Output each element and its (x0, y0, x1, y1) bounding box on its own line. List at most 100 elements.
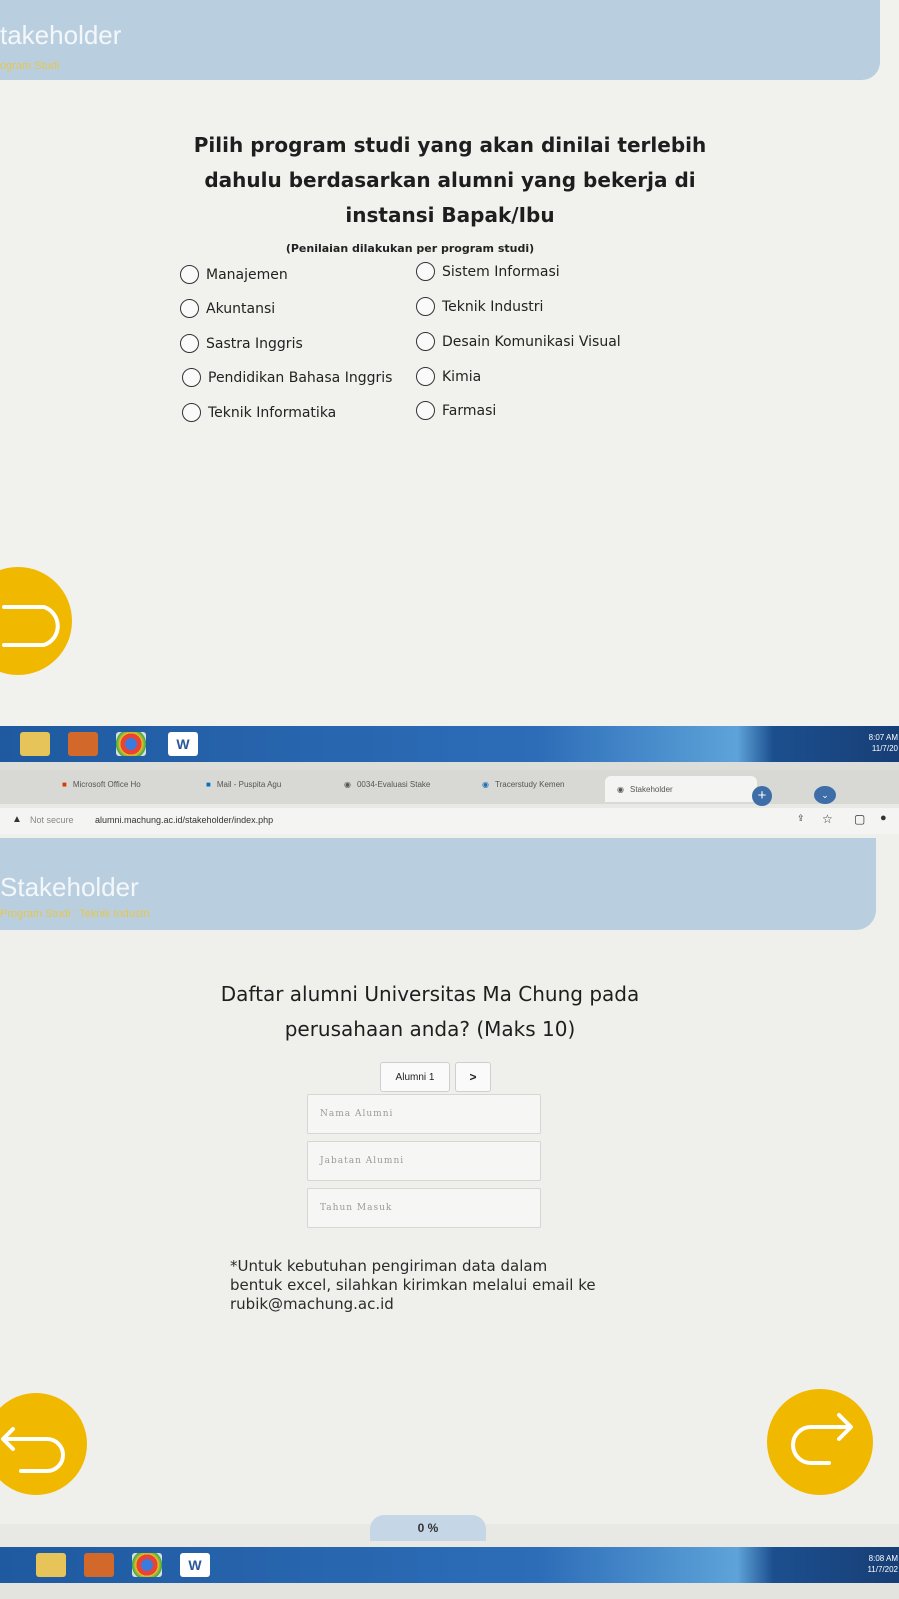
file-explorer-icon[interactable] (20, 732, 50, 756)
desktop-gap (0, 762, 899, 770)
file-explorer-icon[interactable] (36, 1553, 66, 1577)
tab-mail[interactable]: ■ Mail - Puspita Agu (206, 780, 341, 789)
radio-icon[interactable] (182, 403, 201, 422)
chrome-icon[interactable] (132, 1553, 162, 1577)
radio-icon[interactable] (180, 265, 199, 284)
next-alumni-button[interactable]: > (455, 1062, 491, 1092)
top-page (0, 0, 899, 730)
option-label: Teknik Industri (442, 298, 544, 315)
option-sastra-inggris[interactable]: Sastra Inggris (180, 334, 303, 353)
option-sistem-informasi[interactable]: Sistem Informasi (416, 262, 560, 281)
option-label: Desain Komunikasi Visual (442, 333, 621, 350)
option-label: Manajemen (206, 266, 288, 283)
desktop-bottom (0, 1583, 899, 1599)
radio-icon[interactable] (416, 332, 435, 351)
security-label: Not secure (30, 815, 74, 825)
alumni-question-title: Daftar alumni Universitas Ma Chung pada … (120, 977, 740, 1047)
back-button[interactable] (0, 1393, 87, 1495)
back-arrow-icon (1, 1427, 65, 1473)
url-text[interactable]: alumni.machung.ac.id/stakeholder/index.p… (95, 815, 273, 825)
address-bar[interactable]: ▲ Not secure alumni.machung.ac.id/stakeh… (0, 808, 899, 834)
radio-icon[interactable] (416, 367, 435, 386)
note-line: bentuk excel, silahkan kirimkan melalui … (230, 1276, 596, 1294)
radio-icon[interactable] (416, 401, 435, 420)
clock-date: 11/7/202 (867, 1565, 898, 1574)
option-akuntansi[interactable]: Akuntansi (180, 299, 275, 318)
globe-icon: ◉ (482, 780, 489, 789)
radio-icon[interactable] (182, 368, 201, 387)
clock-date: 11/7/20 (871, 744, 898, 753)
forward-arrow-icon (791, 1413, 853, 1465)
word-icon[interactable]: W (168, 732, 198, 756)
option-label: Akuntansi (206, 300, 276, 317)
globe-icon: ◉ (344, 780, 351, 789)
globe-icon: ◉ (617, 784, 624, 794)
option-teknik-industri[interactable]: Teknik Industri (416, 297, 543, 316)
option-label: Sistem Informasi (442, 263, 560, 280)
option-label: Teknik Informatika (208, 404, 337, 421)
question-line: Daftar alumni Universitas Ma Chung pada (220, 982, 640, 1006)
header-title: Stakeholder (0, 872, 139, 902)
option-teknik-informatika[interactable]: Teknik Informatika (182, 403, 336, 422)
radio-icon[interactable] (180, 299, 199, 318)
system-clock[interactable]: 8:07 AM 11/7/20 (840, 732, 898, 754)
note-line: *Untuk kebutuhan pengiriman data dalam (230, 1257, 548, 1275)
alumni-tab-button[interactable]: Alumni 1 (380, 1062, 450, 1092)
option-kimia[interactable]: Kimia (416, 367, 481, 386)
tab-evaluasi[interactable]: ◉ 0034-Evaluasi Stake (344, 780, 464, 789)
header-banner (0, 0, 880, 80)
next-button[interactable] (767, 1389, 873, 1495)
chrome-icon[interactable] (116, 732, 146, 756)
question-line: instansi Bapak/Ibu (345, 203, 555, 227)
note-email[interactable]: rubik@machung.ac.id (230, 1295, 650, 1314)
new-tab-button[interactable]: + (752, 786, 772, 806)
option-farmasi[interactable]: Farmasi (416, 401, 496, 420)
email-note: *Untuk kebutuhan pengiriman data dalam b… (230, 1257, 650, 1314)
header-title: takeholder (0, 20, 122, 50)
radio-icon[interactable] (416, 262, 435, 281)
profile-icon[interactable]: ● (880, 812, 887, 824)
tab-office[interactable]: ■ Microsoft Office Ho (62, 780, 197, 789)
tab-stakeholder[interactable]: ◉ Stakeholder (605, 776, 757, 802)
radio-icon[interactable] (416, 297, 435, 316)
back-button[interactable] (0, 567, 72, 675)
header-subtitle: Program Studi : Teknik Industri (0, 908, 150, 920)
warning-icon: ▲ (12, 814, 22, 825)
bookmark-star-icon[interactable]: ☆ (822, 812, 833, 826)
back-arrow-icon (2, 605, 60, 647)
progress-indicator: 0 % (370, 1515, 486, 1541)
option-label: Pendidikan Bahasa Inggris (208, 369, 393, 386)
radio-icon[interactable] (180, 334, 199, 353)
question-note: (Penilaian dilakukan per program studi) (285, 242, 535, 255)
option-label: Kimia (442, 368, 482, 385)
tab-label: Stakeholder (629, 784, 673, 794)
question-line: dahulu berdasarkan alumni yang bekerja d… (204, 168, 696, 192)
option-desain-komunikasi-visual[interactable]: Desain Komunikasi Visual (416, 332, 621, 351)
word-icon[interactable]: W (180, 1553, 210, 1577)
clock-time: 8:08 AM (868, 1554, 898, 1563)
alumni-year-field[interactable]: Tahun Masuk (307, 1188, 541, 1228)
media-player-icon[interactable] (68, 732, 98, 756)
tab-label: Microsoft Office Ho (72, 780, 141, 789)
tab-tracerstudy[interactable]: ◉ Tracerstudy Kemen (482, 780, 602, 789)
question-line: perusahaan anda? (Maks 10) (284, 1017, 576, 1041)
outlook-icon: ■ (206, 780, 211, 789)
share-icon[interactable]: ⇪ (797, 813, 805, 824)
alumni-name-field[interactable]: Nama Alumni (307, 1094, 541, 1134)
sidebar-icon[interactable]: ▢ (854, 812, 865, 826)
option-manajemen[interactable]: Manajemen (180, 265, 288, 284)
question-line: Pilih program studi yang akan dinilai te… (193, 133, 707, 157)
option-label: Farmasi (442, 402, 497, 419)
alumni-position-field[interactable]: Jabatan Alumni (307, 1141, 541, 1181)
option-pendidikan-bahasa-inggris[interactable]: Pendidikan Bahasa Inggris (182, 368, 392, 387)
media-player-icon[interactable] (84, 1553, 114, 1577)
tab-search-button[interactable]: ⌄ (814, 786, 836, 804)
system-clock[interactable]: 8:08 AM 11/7/202 (838, 1553, 898, 1575)
tab-label: 0034-Evaluasi Stake (356, 780, 431, 789)
header-subtitle: ogram Studi (0, 60, 60, 72)
question-title: Pilih program studi yang akan dinilai te… (140, 128, 760, 233)
office-icon: ■ (62, 780, 67, 789)
tab-label: Mail - Puspita Agu (216, 780, 282, 789)
option-label: Sastra Inggris (206, 335, 303, 352)
clock-time: 8:07 AM (868, 733, 898, 742)
